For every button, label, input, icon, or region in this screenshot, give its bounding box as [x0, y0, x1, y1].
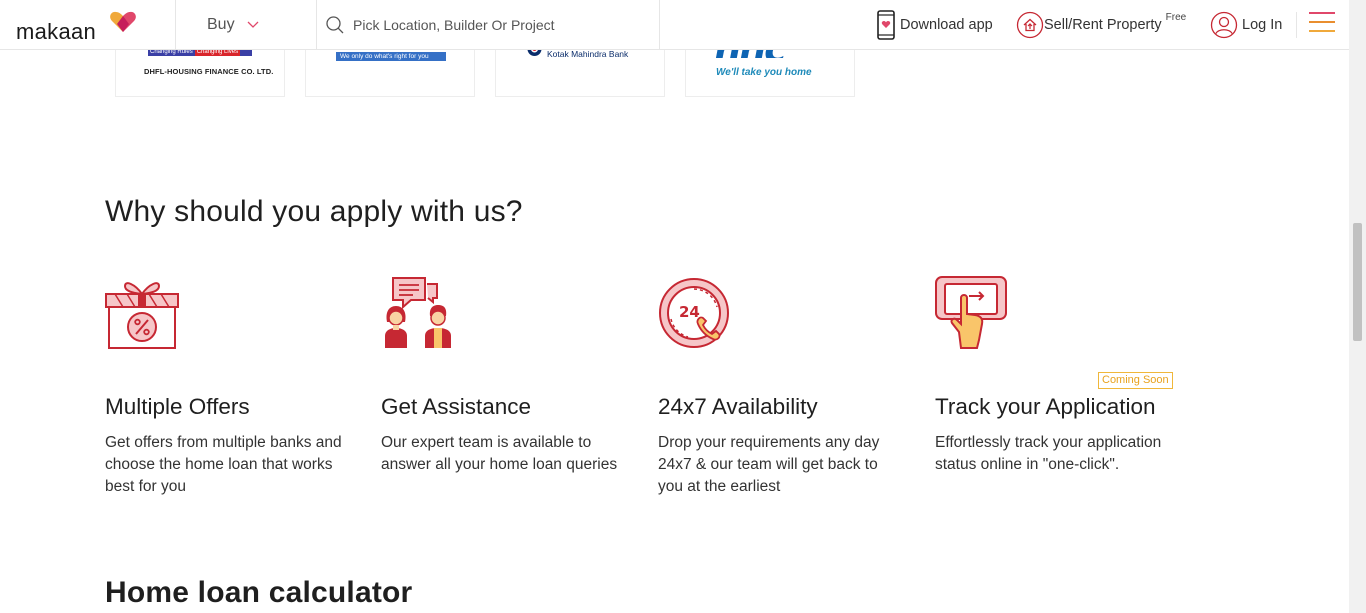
logo-text: makaan — [16, 19, 97, 44]
bank4-tagline: We'll take you home — [716, 67, 812, 78]
sell-rent-label: Sell/Rent Property — [1044, 16, 1162, 33]
tap-track-icon — [935, 276, 1007, 349]
why-section-title: Why should you apply with us? — [105, 195, 523, 228]
home-upload-icon — [1016, 11, 1044, 38]
search-bar — [317, 0, 660, 49]
buy-dropdown[interactable]: Buy — [175, 0, 317, 49]
dhfl-name: DHFL-HOUSING FINANCE CO. LTD. — [144, 67, 274, 76]
24x7-phone-icon: 24 — [659, 278, 729, 348]
download-app-link[interactable]: Download app — [876, 0, 993, 49]
user-avatar-icon — [1210, 11, 1238, 38]
chevron-down-icon — [247, 21, 259, 28]
feature-get-assistance: Get Assistance Our expert team is availa… — [381, 276, 631, 473]
search-icon — [326, 15, 344, 33]
feature-multiple-offers: Multiple Offers Get offers from multiple… — [105, 276, 355, 495]
feature-desc: Our expert team is available to answer a… — [381, 434, 618, 473]
svg-text:24: 24 — [679, 303, 700, 321]
assistance-chat-icon — [385, 277, 451, 348]
page-scrollbar[interactable] — [1349, 0, 1366, 613]
feature-title: Multiple Offers — [105, 394, 250, 419]
feature-title: 24x7 Availability — [658, 394, 818, 419]
feature-track-application: Coming Soon Track your Application Effor… — [935, 276, 1185, 473]
mobile-phone-icon — [877, 9, 895, 40]
free-badge: Free — [1165, 12, 1187, 23]
top-header: makaan Buy Download app — [0, 0, 1349, 50]
login-label: Log In — [1242, 16, 1283, 33]
calculator-section-title: Home loan calculator — [105, 576, 413, 609]
buy-label: Buy — [207, 15, 235, 33]
header-divider — [1296, 12, 1297, 38]
heart-logo-icon — [110, 11, 136, 32]
feature-desc: Effortlessly track your application stat… — [935, 434, 1162, 473]
login-link[interactable]: Log In — [1210, 0, 1282, 49]
makaan-logo[interactable]: makaan — [16, 10, 138, 44]
feature-title: Track your Application — [935, 394, 1156, 419]
bank2-tagline: We only do what's right for you — [336, 52, 446, 61]
download-app-label: Download app — [900, 16, 993, 33]
gift-percent-icon — [105, 282, 179, 349]
feature-desc: Drop your requirements any day 24x7 & ou… — [658, 434, 880, 495]
coming-soon-badge: Coming Soon — [1098, 372, 1173, 389]
feature-title: Get Assistance — [381, 394, 532, 419]
search-input[interactable] — [353, 16, 653, 33]
scrollbar-thumb[interactable] — [1353, 223, 1362, 341]
kotak-name: Kotak Mahindra Bank — [547, 48, 629, 59]
hamburger-menu-icon[interactable] — [1309, 12, 1335, 36]
feature-desc: Get offers from multiple banks and choos… — [105, 434, 342, 495]
sell-rent-property-link[interactable]: Sell/Rent Property Free — [1016, 0, 1186, 49]
feature-24x7-availability: 24 24x7 Availability Drop your requireme… — [658, 276, 908, 495]
